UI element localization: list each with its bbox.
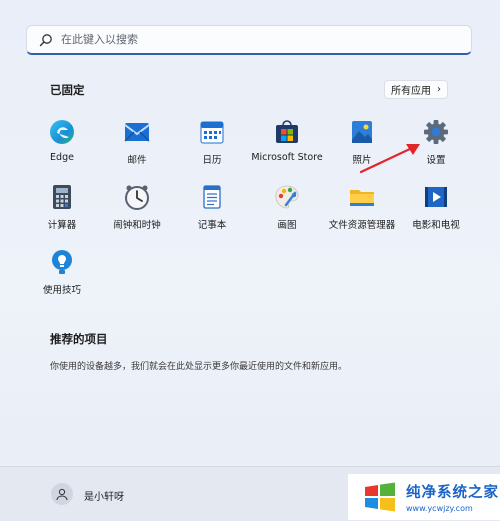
app-notepad[interactable]: 记事本 [170,183,254,239]
store-icon [276,120,298,143]
app-paint[interactable]: 画图 [245,183,329,239]
folder-icon [350,190,374,206]
app-edge[interactable]: Edge [20,118,104,174]
windows-logo-icon [365,482,395,512]
search-input[interactable] [61,33,421,46]
app-tips[interactable]: 使用技巧 [20,248,104,304]
app-file-explorer[interactable]: 文件资源管理器 [320,183,404,239]
user-name[interactable]: 是小轩呀 [84,488,124,503]
app-calculator[interactable]: 计算器 [20,183,104,239]
all-apps-button[interactable]: 所有应用 › [384,80,448,99]
notepad-icon [203,185,221,209]
app-label: 闹钟和时钟 [113,220,161,231]
recommended-title: 推荐的项目 [50,332,108,346]
app-calendar[interactable]: 日历 [170,118,254,174]
app-mail[interactable]: 邮件 [95,118,179,174]
app-label: 计算器 [47,220,77,231]
app-label: 使用技巧 [42,285,81,296]
chevron-right-icon: › [437,84,441,95]
calculator-icon [53,185,71,209]
arrow-annotation [359,144,420,174]
watermark-url: www.ycwjzy.com [406,504,473,513]
edge-icon [50,120,74,144]
watermark-title: 纯净系统之家 [406,485,499,501]
user-icon [56,488,68,501]
app-label: 电影和电视 [412,220,460,231]
gear-icon [424,120,448,144]
avatar[interactable] [51,483,73,505]
app-label: 日历 [202,155,222,166]
clock-icon [125,185,149,210]
app-label: Edge [50,152,74,163]
app-label: 邮件 [127,155,147,166]
watermark: 纯净系统之家 www.ycwjzy.com [348,474,500,520]
recommended-description: 你使用的设备越多，我们就会在此处显示更多你最近使用的文件和新应用。 [50,362,348,372]
paint-palette-icon [275,185,299,209]
search-box[interactable] [26,25,472,55]
app-label: 记事本 [197,220,227,231]
app-microsoft-store[interactable]: Microsoft Store [245,118,329,174]
app-label: 文件资源管理器 [328,220,396,231]
pinned-title: 已固定 [50,83,85,97]
app-label: Microsoft Store [251,152,323,163]
app-alarms-clock[interactable]: 闹钟和时钟 [95,183,179,239]
film-play-icon [425,187,447,207]
mail-icon [124,123,150,142]
all-apps-label: 所有应用 [391,86,431,97]
lightbulb-icon [52,250,72,274]
calendar-icon [200,121,224,144]
app-movies-tv[interactable]: 电影和电视 [394,183,478,239]
search-icon [39,33,53,47]
app-label: 画图 [277,220,297,231]
